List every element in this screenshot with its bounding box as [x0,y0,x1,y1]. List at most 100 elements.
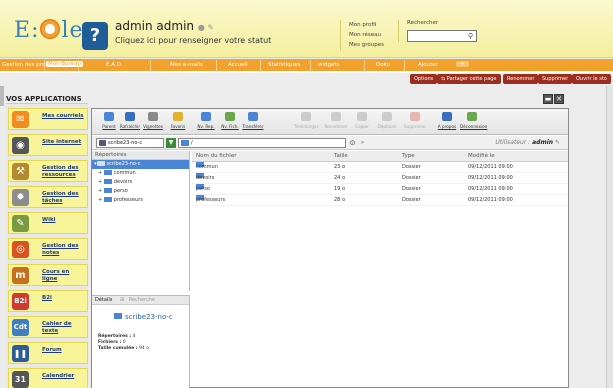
app-gestion-taches[interactable]: ✹ Gestion des tâches [8,186,88,208]
eole-logo[interactable]: E: le [14,18,84,43]
table-row[interactable]: devoirs 24 o Dossier 09/12/2011 09:00 [192,173,568,184]
apps-panel: ✉ Mes courriels ◉ Site internet ⚒ Gestio… [6,103,88,388]
network-link[interactable]: Mon réseau [349,30,384,40]
calendar-icon: 31 [12,371,29,388]
app-calendrier[interactable]: 31 Calendrier [8,368,88,388]
column-name[interactable]: Nom du fichier [196,151,236,162]
edit-user-icon[interactable]: ✎ [555,139,560,146]
app-label[interactable]: Gestion des ressources [42,165,86,179]
search-input[interactable]: ⚲ [407,30,477,42]
app-label[interactable]: Forum [42,347,86,354]
status-prompt-link[interactable]: Cliquez ici pour renseigner votre statut [115,36,271,45]
file-type: Dossier [402,186,421,192]
path-input[interactable]: / [178,138,346,148]
tab-ajouter[interactable]: Ajouter [418,62,438,68]
tree-root[interactable]: ▾ scribe23-no-c [92,160,189,169]
app-site-internet[interactable]: ◉ Site internet [8,134,88,156]
search-icon[interactable]: ⚲ [468,32,473,40]
app-label[interactable]: Calendrier [42,373,86,380]
toolbar-about-button[interactable]: A propos [435,112,459,130]
app-cahier-texte[interactable]: Cdt Cahier de texte [8,316,88,338]
app-label[interactable]: Gestion des notes [42,243,86,257]
toolbar-new-file-button[interactable]: Nv. Fich. [218,112,242,130]
column-size[interactable]: Taille [334,151,348,162]
toolbar-thumbnails-button[interactable]: Vignettes [141,112,165,130]
profile-link[interactable]: Mon profil [349,20,384,30]
app-label[interactable]: Gestion des tâches [42,191,86,205]
file-list-header: Nom du fichier Taille Type Modifié le [192,151,568,162]
tree-header: Répertoires [92,151,189,160]
folder-icon [181,140,189,146]
app-label[interactable]: Wiki [42,217,86,224]
toolbar-label: Parent [102,124,116,129]
tree-item[interactable]: + devoirs [92,178,189,187]
app-label[interactable]: Mes courriels [42,113,86,120]
toolbar-move-button: Déplacer [375,112,399,130]
rename-page-button[interactable]: Renommer [503,74,539,84]
copy-icon [357,112,367,121]
app-gestion-ressources[interactable]: ⚒ Gestion des ressources [8,160,88,182]
toolbar-favorites-button[interactable]: Favoris [166,112,190,130]
toolbar-upload-button[interactable]: Transférer [241,112,265,130]
tree-item[interactable]: + professeurs [92,196,189,205]
tab-widgets[interactable]: widgets [318,62,339,68]
mail-icon: ✉ [12,111,29,128]
search-area: Rechercher ⚲ [398,20,477,42]
app-wiki[interactable]: ✎ Wiki [8,212,88,234]
page-scrollbar[interactable] [606,86,613,388]
close-icon[interactable]: ✕ [554,94,564,104]
app-label[interactable]: Cahier de texte [42,321,86,335]
share-page-button[interactable]: ⇆ Partager cette page [437,74,501,84]
user-avatar-icon[interactable]: ? [82,22,108,50]
folder-icon [103,170,112,175]
toolbar-label: Déconnexion [460,124,488,129]
toolbar-delete-button: Supprimer [403,112,427,130]
toolbar-new-folder-button[interactable]: Nv. Rep. [194,112,218,130]
b2i-icon: B2i [12,293,29,310]
user-label: Utilisateur : admin ✎ [495,139,560,146]
app-label[interactable]: B2i [42,295,86,302]
app-cours-en-ligne[interactable]: m Cours en ligne [8,264,88,286]
tree-item[interactable]: + commun [92,169,189,178]
app-mes-courriels[interactable]: ✉ Mes courriels [8,108,88,130]
add-tab-button[interactable]: + [456,61,469,67]
tab-details[interactable]: Détails [92,297,115,303]
toolbar-logout-button[interactable]: Déconnexion [460,112,488,130]
app-forum[interactable]: ❚❚ Forum [8,342,88,364]
minimize-icon[interactable]: ▬ [543,94,553,104]
tab-ead[interactable]: E.A.D. [106,62,123,68]
tasks-gear-icon: ✹ [12,189,29,206]
file-modified: 09/12/2011 09:00 [468,186,513,192]
go-icon[interactable]: ⊙ [348,138,357,148]
toolbar-label: Copier [355,124,369,129]
tab-accueil[interactable]: Accueil [228,62,248,68]
open-store-button[interactable]: Ouvrir le sto [572,74,611,84]
parent-folder-icon [104,112,114,121]
column-modified[interactable]: Modifié le [468,151,495,162]
table-row[interactable]: commun 23 o Dossier 09/12/2011 09:00 [192,162,568,173]
tree-item[interactable]: + perso [92,187,189,196]
app-gestion-notes[interactable]: ◎ Gestion des notes [8,238,88,260]
side-handle[interactable] [0,86,4,106]
tab-recherche[interactable]: ⊞ Recherche [117,297,161,303]
app-b2i[interactable]: B2i B2i [8,290,88,312]
host-dropdown-icon[interactable]: ▼ [166,138,176,148]
refresh-icon [125,112,135,121]
host-select[interactable]: scribe23-no-c [96,138,164,148]
tab-statistiques[interactable]: Statistiques [268,62,300,68]
delete-page-button[interactable]: Supprimer [538,74,573,84]
table-row[interactable]: professeurs 28 o Dossier 09/12/2011 09:00 [192,195,568,206]
options-button[interactable]: Options [410,74,438,84]
app-label[interactable]: Site internet [42,139,86,146]
edit-status-icon[interactable]: ● ✎ [198,23,214,32]
tab-mes-emails[interactable]: Mes e-mails [170,62,203,68]
tab-doku[interactable]: Doku [376,62,390,68]
groups-link[interactable]: Mes groupes [349,40,384,50]
toolbar-refresh-button[interactable]: Rafraîchir [118,112,142,130]
table-row[interactable]: perso 19 o Dossier 09/12/2011 09:00 [192,184,568,195]
column-type[interactable]: Type [402,151,415,162]
app-label[interactable]: Cours en ligne [42,269,86,283]
path-options-icon[interactable]: » [358,138,367,148]
user-name: admin admin ● ✎ [115,19,215,33]
details-info: Répertoires : 4 Fichiers : 0 Taille cumu… [98,334,149,351]
